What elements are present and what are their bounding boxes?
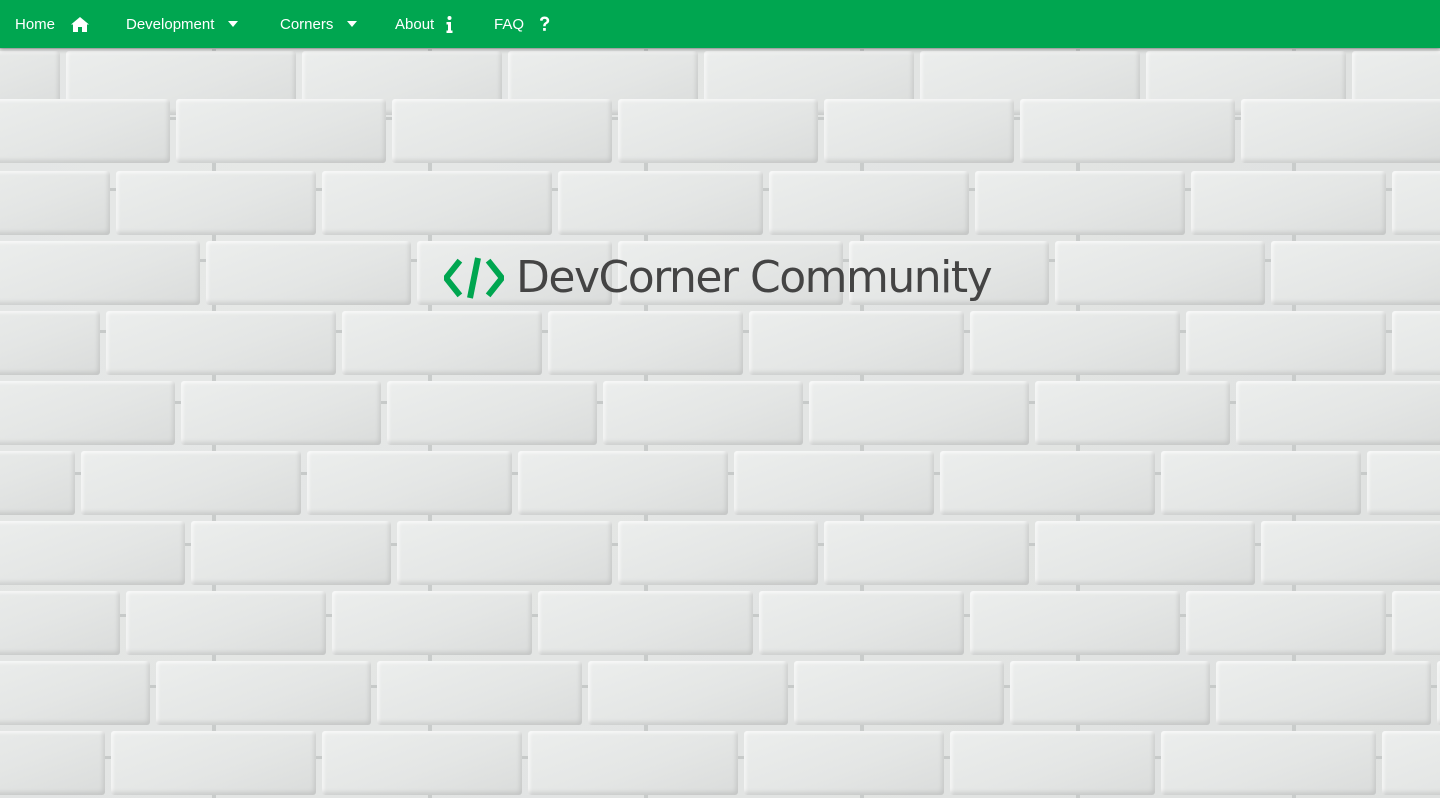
nav-corners-label: Corners — [280, 15, 334, 33]
nav-about[interactable]: About — [395, 0, 453, 48]
nav-development[interactable]: Development — [126, 0, 239, 48]
info-icon — [446, 15, 453, 33]
brick-row — [0, 99, 1440, 163]
brick-row — [0, 521, 1440, 585]
brick-row — [0, 731, 1440, 795]
hero-brand: DevCorner Community — [442, 252, 993, 303]
brick-row — [0, 311, 1440, 375]
hero-title: DevCorner Community — [516, 252, 993, 303]
brick-row — [0, 451, 1440, 515]
nav-corners[interactable]: Corners — [280, 0, 358, 48]
caret-down-icon — [347, 21, 358, 27]
nav-home-label: Home — [15, 15, 56, 33]
brick-wall-background — [0, 49, 1440, 798]
nav-development-label: Development — [126, 15, 215, 33]
question-icon — [539, 16, 550, 32]
code-brackets-icon — [442, 255, 506, 301]
nav-home[interactable]: Home — [15, 0, 90, 48]
top-navbar: Home Development Corners About FAQ — [0, 0, 1440, 48]
nav-about-label: About — [395, 15, 435, 33]
nav-faq-label: FAQ — [494, 15, 525, 33]
brick-row — [0, 171, 1440, 235]
home-icon — [71, 16, 90, 32]
brick-row — [0, 661, 1440, 725]
nav-faq[interactable]: FAQ — [494, 0, 550, 48]
brick-row — [0, 591, 1440, 655]
brick-row — [0, 381, 1440, 445]
caret-down-icon — [228, 21, 239, 27]
